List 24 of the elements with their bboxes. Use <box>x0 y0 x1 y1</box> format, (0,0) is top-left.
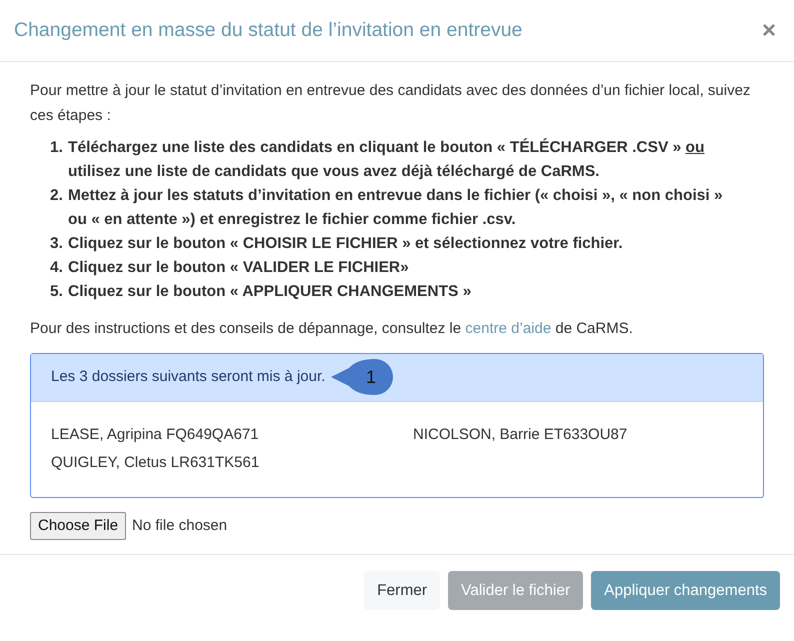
panel-heading: Les 3 dossiers suivants seront mis à jour. <box>51 366 326 387</box>
instruction-step: Cliquez sur le bouton « APPLIQUER CHANGEMENTS » <box>68 280 472 304</box>
step-number: 2. <box>50 186 64 206</box>
instruction-step: Téléchargez une liste des candidats en cliquant le bouton « TÉLÉCHARGER .CSV » ou utilisez une liste de candidats que vous avez déjà téléchargé de CaRMS. <box>68 136 740 184</box>
modal-title: Changement en masse du statut de l’invitation en entrevue <box>14 18 522 42</box>
instruction-step: Cliquez sur le bouton « CHOISIR LE FICHIER » et sélectionnez votre fichier. <box>68 232 623 256</box>
file-status: No file chosen <box>132 516 228 536</box>
record-entry: LEASE, Agripina FQ649QA671 <box>51 424 260 444</box>
instruction-step: Cliquez sur le bouton « VALIDER LE FICHIER» <box>68 256 409 280</box>
footer-button[interactable]: Appliquer changements <box>591 571 780 610</box>
intro-text: Pour mettre à jour le statut d’invitation en entrevue des candidats avec des données d’un fichier local, suivez ces étapes : <box>30 81 752 126</box>
help-text: Pour des instructions et des conseils de dépannage, consultez le centre d’aide de CaRMS. <box>30 319 634 339</box>
choose-file-button[interactable]: Choose File <box>30 512 126 540</box>
record-entry: QUIGLEY, Cletus LR631TK561 <box>51 453 260 473</box>
instruction-step: Mettez à jour les statuts d’invitation en entrevue dans le fichier (« choisi », « non choisi » ou « en attente ») et enregistrez le fichier comme fichier .csv. <box>68 184 740 232</box>
callout-marker: 1 <box>331 359 394 395</box>
step-number: 4. <box>50 258 64 278</box>
help-link[interactable]: centre d’aide <box>465 320 552 337</box>
step-number: 5. <box>50 282 64 302</box>
step-number: 3. <box>50 234 64 254</box>
footer-button[interactable]: Fermer <box>364 571 440 610</box>
close-button[interactable]: × <box>758 18 780 42</box>
step-number: 1. <box>50 138 64 158</box>
record-entry: NICOLSON, Barrie ET633OU87 <box>413 424 628 444</box>
